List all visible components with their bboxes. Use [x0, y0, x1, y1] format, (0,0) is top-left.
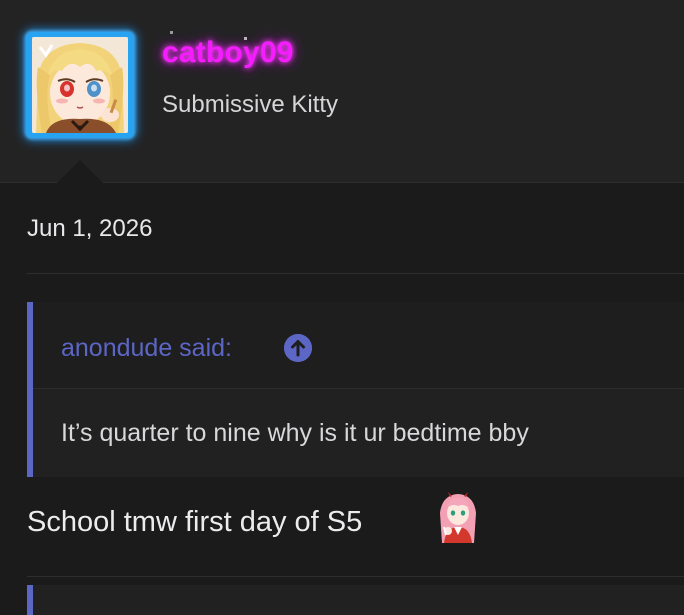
post-header-divider [27, 273, 684, 274]
quote-author-label[interactable]: anondude said: [61, 334, 232, 363]
avatar[interactable] [26, 32, 134, 138]
avatar-image[interactable] [32, 37, 128, 133]
user-title: Submissive Kitty [162, 91, 339, 118]
quote-header[interactable]: anondude said: [33, 302, 684, 389]
anime-girl-sticker-icon [432, 491, 484, 543]
post-footer-divider [27, 576, 684, 577]
avatar-illustration [32, 37, 128, 133]
user-info-block: catboy09 Submissive Kitty [0, 0, 684, 183]
post-message-text: School tmw first day of S5 [27, 506, 363, 538]
arrow-up-circle-icon[interactable] [284, 334, 312, 362]
user-block-pointer [57, 160, 103, 183]
quote-block: anondude said: It’s quarter to nine why … [27, 302, 684, 477]
next-quote-block [27, 585, 684, 615]
post-date-link[interactable]: Jun 1, 2026 [27, 215, 152, 243]
quote-content: It’s quarter to nine why is it ur bedtim… [61, 419, 529, 447]
username-link[interactable]: catboy09 [162, 36, 294, 70]
